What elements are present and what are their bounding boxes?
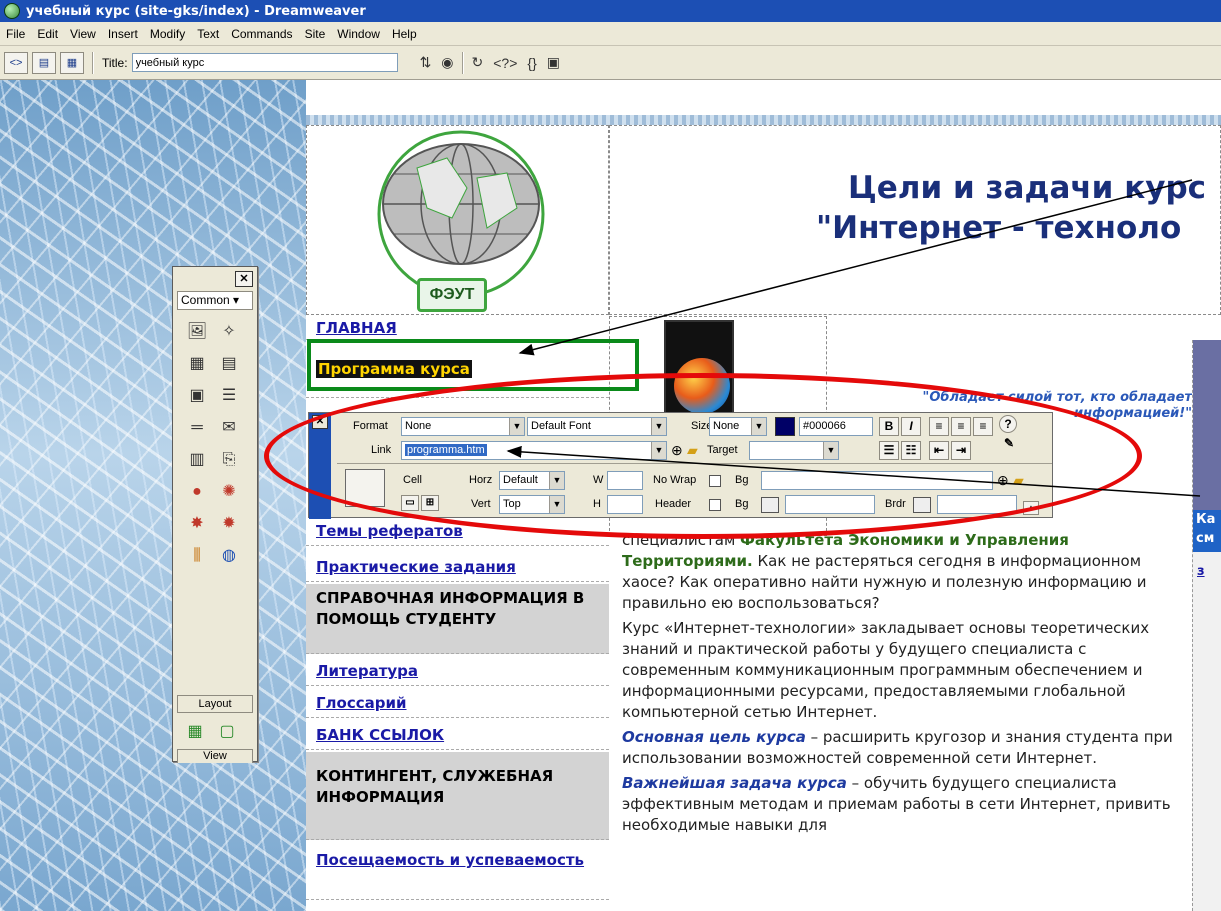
toolbar-separator [461,51,464,74]
menu-view[interactable]: View [64,27,102,41]
menu-text[interactable]: Text [191,27,225,41]
menu-edit[interactable]: Edit [31,27,64,41]
menu-commands[interactable]: Commands [225,27,298,41]
split-view-icon[interactable]: ▤ [32,51,56,74]
annotation-arrows [506,179,1201,497]
preview-icon[interactable]: ◉ [441,54,453,71]
menu-window[interactable]: Window [331,27,386,41]
window-title: учебный курс (site-gks/index) - Dreamwea… [26,3,366,19]
page-title-input[interactable] [131,53,398,72]
arrow-to-program-link [518,179,1193,356]
menu-site[interactable]: Site [299,27,332,41]
refresh-icon[interactable]: ↻ [472,54,484,71]
document-toolbar: <> ▤ ▦ Title: ⇅ ◉ ↻ <?> {} ▣ [0,46,1221,80]
menu-insert[interactable]: Insert [102,27,144,41]
code-navigation-icon[interactable]: {} [527,55,536,71]
toolbar-separator [92,51,94,74]
menu-modify[interactable]: Modify [144,27,191,41]
menu-help[interactable]: Help [386,27,423,41]
menu-file[interactable]: File [0,27,31,41]
code-view-icon[interactable]: <> [4,51,28,74]
view-options-icon[interactable]: ▣ [547,54,560,71]
title-label: Title: [102,55,128,70]
design-view-icon[interactable]: ▦ [60,51,84,74]
design-view: ФЭУТ Цели и задачи курс "Интернет - техн… [0,80,1221,911]
title-bar: учебный курс (site-gks/index) - Dreamwea… [0,0,1221,22]
arrow-to-link-field [506,445,1201,497]
file-management-icon[interactable]: ⇅ [420,54,432,71]
reference-icon[interactable]: <?> [493,55,517,71]
menu-bar: File Edit View Insert Modify Text Comman… [0,22,1221,46]
dreamweaver-app-icon [4,3,20,19]
